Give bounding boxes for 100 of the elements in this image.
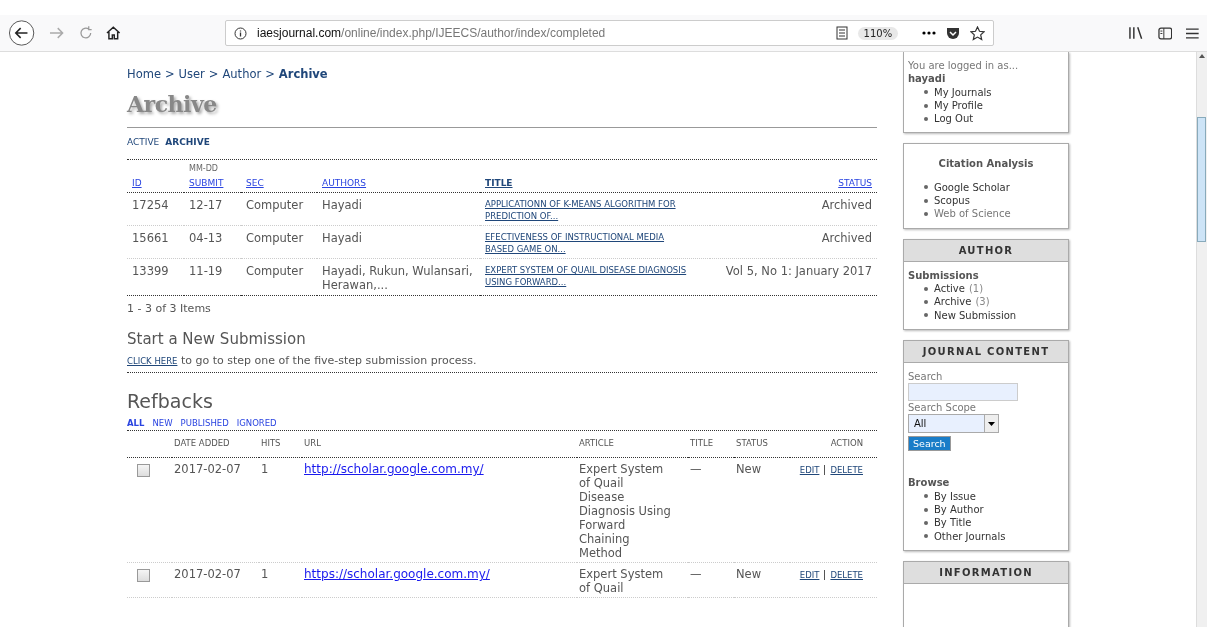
table-cell: Computer	[246, 264, 304, 278]
bullet-icon	[924, 103, 928, 108]
breadcrumb-link[interactable]: User	[178, 67, 205, 81]
column-sublabel: MM-DD	[189, 164, 219, 173]
sidebar-link[interactable]: By Issue	[934, 489, 976, 504]
column-header: ACTION	[830, 438, 863, 448]
status-text: New	[736, 462, 762, 476]
sidebar-link[interactable]: Google Scholar	[934, 180, 1010, 195]
table-cell: 12-17	[189, 198, 223, 212]
sidebar-link[interactable]: Web of Science	[934, 207, 1011, 221]
scope-dropdown[interactable]: All	[908, 414, 999, 434]
action-link[interactable]: EDIT	[799, 465, 820, 475]
breadcrumb-link[interactable]: Author	[222, 67, 262, 81]
username: hayadi	[908, 72, 947, 86]
table-cell: 1	[261, 567, 269, 581]
search-button[interactable]: Search	[908, 436, 951, 452]
sidebar-link[interactable]: Archive	[934, 295, 972, 309]
action-link[interactable]: EDIT	[799, 570, 820, 580]
section-heading: Start a New Submission	[127, 330, 307, 348]
table-cell: 13399	[132, 264, 169, 278]
bullet-icon	[924, 521, 928, 525]
panel-subtitle: Submissions	[908, 268, 980, 282]
count-text: (3)	[975, 295, 990, 309]
title-link[interactable]: EXPERT SYSTEM OF QUAIL DISEASE DIAGNOSIS USING FORWARD...	[485, 264, 690, 288]
table-cell: 2017-02-07	[174, 567, 241, 581]
scrollbar[interactable]	[1196, 52, 1207, 627]
bullet-icon	[924, 494, 928, 499]
bullet-icon	[924, 116, 928, 121]
zoom-level[interactable]: 110%	[857, 26, 899, 40]
column-header: TITLE	[690, 438, 713, 448]
filter-link[interactable]: ALL	[127, 418, 145, 428]
column-sort-link[interactable]: STATUS	[838, 178, 872, 188]
column-sort-link[interactable]: TITLE	[485, 178, 513, 188]
table-cell: —	[690, 462, 702, 476]
dropdown-arrow-icon	[988, 421, 995, 426]
instruction-text: to go to step one of the five-step submission process.	[180, 354, 477, 367]
table-cell: 2017-02-07	[174, 462, 241, 476]
title-link[interactable]: EFECTIVENESS OF INSTRUCTIONAL MEDIA BASED GAME ON...	[485, 231, 690, 255]
search-field[interactable]	[908, 383, 1018, 402]
more-icon[interactable]	[922, 31, 937, 35]
table-cell-text: Hayadi	[322, 231, 364, 245]
info-icon[interactable]	[234, 26, 248, 40]
column-header: HITS	[261, 438, 281, 448]
table-cell: —	[690, 567, 702, 581]
column-sort-link[interactable]: AUTHORS	[322, 178, 367, 188]
sidebar-link[interactable]: By Author	[934, 503, 984, 517]
sidebar-link[interactable]: Log Out	[934, 112, 974, 126]
bullet-icon	[924, 90, 928, 95]
sidebar-link[interactable]: My Profile	[934, 98, 983, 113]
breadcrumb-separator: >	[265, 67, 275, 81]
menu-icon[interactable]	[1186, 27, 1199, 39]
url-text: iaesjournal.com/online/index.php/IJEECS/author/index/completed	[257, 26, 606, 40]
checkbox[interactable]	[137, 569, 150, 582]
reader-view-icon[interactable]	[835, 26, 848, 40]
breadcrumb-separator: >	[208, 67, 219, 81]
click-here-link[interactable]: CLICK HERE	[127, 356, 178, 366]
sidebar-link[interactable]: Other Journals	[934, 529, 1006, 543]
url-link[interactable]: http://scholar.google.com.my/	[304, 462, 484, 476]
page-title: Archive	[127, 91, 218, 117]
scrollbar-thumb[interactable]	[1197, 117, 1206, 242]
home-icon[interactable]	[106, 26, 122, 40]
sidebar-link[interactable]: New Submission	[934, 308, 1017, 322]
filter-link[interactable]: PUBLISHED	[180, 418, 229, 428]
sidebar-link[interactable]: My Journals	[934, 85, 992, 99]
title-link[interactable]: APPLICATIONN OF K-MEANS ALGORITHM FOR PREDICTION OF...	[485, 198, 690, 222]
library-icon[interactable]	[1128, 26, 1144, 40]
column-sort-link[interactable]: ID	[132, 178, 142, 188]
breadcrumb-separator: >	[164, 67, 175, 81]
scroll-up-icon[interactable]	[1199, 54, 1205, 58]
breadcrumb-link[interactable]: Archive	[278, 67, 328, 81]
bullet-icon	[924, 313, 928, 318]
bullet-icon	[924, 534, 928, 539]
column-sort-link[interactable]: SUBMIT	[189, 178, 224, 188]
sidebar-link[interactable]: By Title	[934, 516, 972, 530]
star-icon[interactable]	[970, 25, 986, 41]
tab[interactable]: ACTIVE	[127, 137, 160, 147]
bullet-icon	[924, 185, 928, 190]
column-sort-link[interactable]: SEC	[246, 178, 264, 188]
table-cell: Computer	[246, 198, 304, 212]
url-link[interactable]: https://scholar.google.com.my/	[304, 567, 490, 581]
filter-link[interactable]: NEW	[152, 418, 173, 428]
count-text: (1)	[968, 281, 984, 296]
bullet-icon	[924, 299, 928, 304]
back-icon[interactable]	[8, 19, 36, 47]
address-bar[interactable]: iaesjournal.com/online/index.php/IJEECS/author/index/completed 110%	[225, 20, 995, 46]
sidebar-icon[interactable]	[1157, 26, 1173, 40]
sidebar-link[interactable]: Scopus	[934, 194, 970, 208]
status-text: New	[736, 567, 762, 581]
panel-header: JOURNAL CONTENT	[904, 340, 1068, 363]
filter-link[interactable]: IGNORED	[236, 418, 277, 428]
bullet-icon	[924, 198, 928, 203]
action-link[interactable]: DELETE	[830, 570, 863, 580]
sidebar-link[interactable]: Active	[934, 281, 965, 296]
field-label: Search Scope	[908, 401, 977, 415]
reload-icon[interactable]	[78, 26, 93, 40]
pocket-icon[interactable]	[946, 26, 961, 40]
tab[interactable]: ARCHIVE	[165, 137, 210, 147]
action-link[interactable]: DELETE	[830, 465, 863, 475]
checkbox[interactable]	[137, 464, 150, 477]
breadcrumb-link[interactable]: Home	[127, 67, 161, 81]
